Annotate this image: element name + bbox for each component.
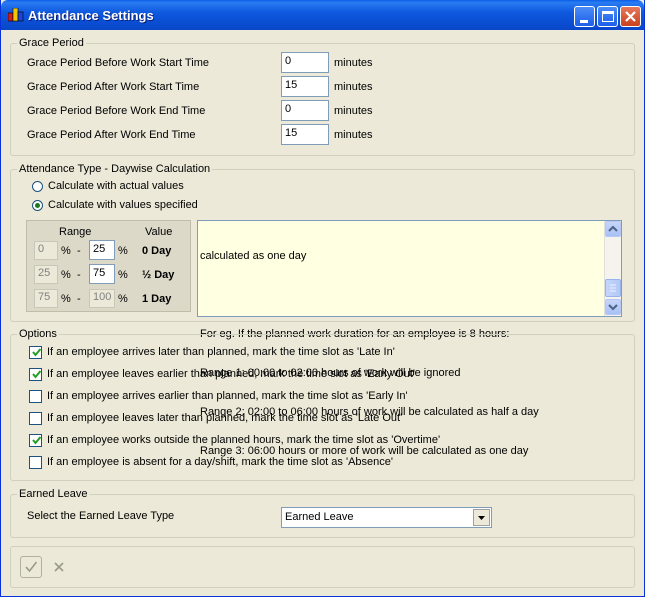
range-2-to-pct: %: [118, 269, 128, 281]
cancel-button[interactable]: [52, 560, 66, 574]
range-3-to-pct: %: [118, 293, 128, 305]
grace-before-start-unit: minutes: [334, 57, 373, 69]
attendance-type-group: Attendance Type - Daywise Calculation Ca…: [10, 163, 635, 457]
grace-before-end-input[interactable]: 0: [281, 100, 329, 121]
option-early-out-checkbox[interactable]: [29, 368, 42, 381]
arrow-down-icon: [608, 304, 618, 311]
range-2-to-input[interactable]: 75: [89, 264, 115, 284]
option-overtime-label[interactable]: If an employee works outside the planned…: [47, 434, 440, 446]
earned-leave-group: Earned Leave Select the Earned Leave Typ…: [10, 488, 635, 538]
grace-before-end-unit: minutes: [334, 105, 373, 117]
scroll-up-button[interactable]: [605, 221, 621, 237]
action-bar: [10, 546, 635, 588]
range-2-value: ½ Day: [142, 269, 175, 281]
option-early-in-label[interactable]: If an employee arrives earlier than plan…: [47, 390, 408, 402]
range-header: Range: [59, 226, 92, 238]
grace-after-start-input[interactable]: 15: [281, 76, 329, 97]
range-1-dash: -: [77, 245, 81, 257]
checkmark-icon: [32, 370, 42, 379]
grace-after-start-label: Grace Period After Work Start Time: [27, 81, 200, 93]
range-1-to-pct: %: [118, 245, 128, 257]
range-3-from-pct: %: [61, 293, 71, 305]
option-late-out-label[interactable]: If an employee leaves later than planned…: [47, 412, 402, 424]
range-3-dash: -: [77, 293, 81, 305]
option-late-in-label[interactable]: If an employee arrives later than planne…: [47, 346, 395, 358]
option-late-out-checkbox[interactable]: [29, 412, 42, 425]
minimize-icon: [580, 20, 588, 23]
radio-specified-values-label[interactable]: Calculate with values specified: [48, 199, 198, 211]
grace-period-group: Grace Period Grace Period Before Work St…: [10, 37, 635, 156]
option-absence-checkbox[interactable]: [29, 456, 42, 469]
option-overtime-checkbox[interactable]: [29, 434, 42, 447]
range-2-from-pct: %: [61, 269, 71, 281]
earned-leave-type-value: Earned Leave: [285, 511, 354, 523]
grace-after-start-unit: minutes: [334, 81, 373, 93]
range-1-from: 0: [34, 241, 58, 260]
info-scrollbar[interactable]: [604, 221, 621, 316]
earned-leave-legend: Earned Leave: [17, 488, 90, 500]
attendance-settings-window: Attendance Settings Grace Period Grace P…: [0, 0, 645, 597]
grace-before-start-input[interactable]: 0: [281, 52, 329, 73]
range-3-from: 75: [34, 289, 58, 308]
range-1-from-pct: %: [61, 245, 71, 257]
minimize-button[interactable]: [574, 6, 595, 27]
info-line: calculated as one day: [200, 250, 307, 262]
option-late-in-checkbox[interactable]: [29, 346, 42, 359]
info-line: [200, 289, 600, 302]
options-legend: Options: [17, 328, 59, 340]
scroll-thumb[interactable]: [605, 279, 621, 297]
title-bar[interactable]: Attendance Settings: [1, 0, 644, 30]
arrow-up-icon: [608, 225, 618, 232]
earned-leave-dropdown-button[interactable]: [473, 509, 490, 526]
attendance-type-legend: Attendance Type - Daywise Calculation: [17, 163, 213, 175]
checkmark-icon: [25, 561, 38, 573]
maximize-icon: [602, 11, 614, 22]
option-early-in-checkbox[interactable]: [29, 390, 42, 403]
grace-after-end-input[interactable]: 15: [281, 124, 329, 145]
option-early-out-label[interactable]: If an employee leaves earlier than plann…: [47, 368, 415, 380]
ok-button[interactable]: [20, 556, 42, 578]
scroll-down-button[interactable]: [605, 299, 621, 315]
grace-before-start-label: Grace Period Before Work Start Time: [27, 57, 209, 69]
range-2-from: 25: [34, 265, 58, 284]
earned-leave-type-select[interactable]: Earned Leave: [281, 507, 492, 528]
info-textarea[interactable]: calculated as one day For eg. If the pla…: [197, 220, 622, 457]
checkmark-icon: [32, 348, 42, 357]
value-header: Value: [145, 226, 173, 238]
close-button[interactable]: [620, 6, 641, 27]
range-3-to: 100: [89, 289, 115, 308]
range-panel: Range Value 0 % - 25 % 0 Day 25 % - 75 %…: [26, 220, 191, 312]
grace-after-end-unit: minutes: [334, 129, 373, 141]
grace-period-legend: Grace Period: [17, 37, 86, 49]
grace-before-end-label: Grace Period Before Work End Time: [27, 105, 206, 117]
range-3-value: 1 Day: [142, 293, 172, 305]
earned-leave-type-label: Select the Earned Leave Type: [27, 510, 175, 522]
range-1-value: 0 Day: [142, 245, 172, 257]
window-title: Attendance Settings: [28, 8, 154, 23]
grace-after-end-label: Grace Period After Work End Time: [27, 129, 196, 141]
close-icon: [625, 11, 636, 22]
range-1-to-input[interactable]: 25: [89, 240, 115, 260]
radio-actual-values-label[interactable]: Calculate with actual values: [48, 180, 184, 192]
radio-specified-values[interactable]: [32, 200, 43, 211]
checkmark-icon: [32, 436, 42, 445]
range-2-dash: -: [77, 269, 81, 281]
maximize-button[interactable]: [597, 6, 618, 27]
chevron-down-icon: [478, 516, 485, 520]
app-icon: [8, 8, 24, 22]
option-absence-label[interactable]: If an employee is absent for a day/shift…: [47, 456, 393, 468]
radio-actual-values[interactable]: [32, 181, 43, 192]
options-group: Options If an employee arrives later tha…: [10, 328, 635, 481]
grip-icon: [610, 284, 616, 292]
